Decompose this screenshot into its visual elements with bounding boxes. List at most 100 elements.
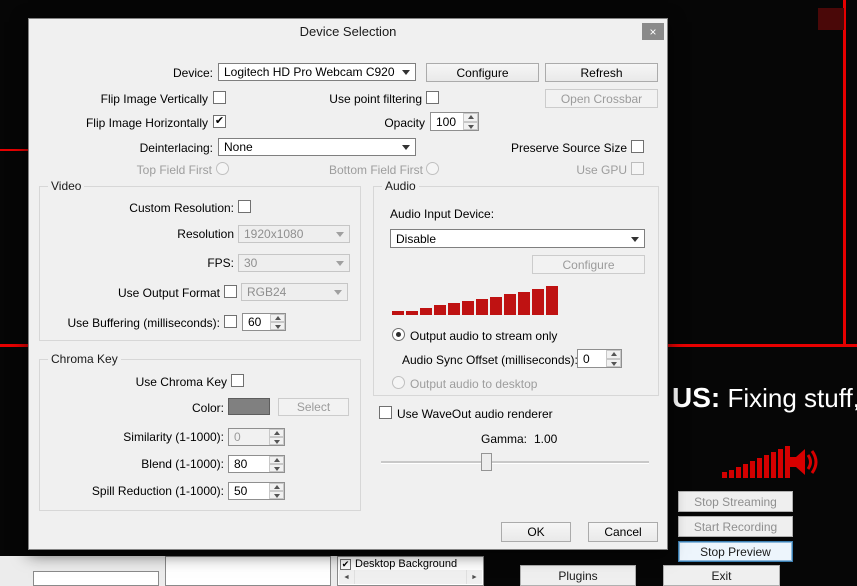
buffering-value: 60	[248, 315, 262, 329]
resolution-combobox: 1920x1080	[238, 225, 350, 243]
scroll-right-icon[interactable]: ►	[467, 570, 482, 584]
use-chroma-key-checkbox[interactable]	[231, 374, 244, 387]
stream-overlay-text: US: Fixing stuff, n	[672, 382, 857, 414]
similarity-spin-buttons	[269, 429, 284, 445]
device-combobox-value: Logitech HD Pro Webcam C920	[224, 65, 395, 79]
scroll-left-icon[interactable]: ◄	[339, 570, 354, 584]
use-buffering-checkbox[interactable]	[224, 315, 237, 328]
flip-horizontal-checkbox[interactable]: ✔	[213, 115, 226, 128]
bottom-field-first-radio	[426, 162, 439, 175]
spin-down-icon[interactable]	[463, 121, 478, 130]
use-output-format-checkbox[interactable]	[224, 285, 237, 298]
spill-spin-buttons	[269, 483, 284, 499]
cancel-button[interactable]: Cancel	[588, 522, 658, 542]
output-format-combobox: RGB24	[241, 283, 348, 301]
video-group: Video Custom Resolution: Resolution 1920…	[39, 179, 361, 341]
ok-button[interactable]: OK	[501, 522, 571, 542]
deinterlacing-value: None	[224, 140, 253, 154]
audio-sync-offset-value: 0	[583, 351, 590, 366]
custom-resolution-checkbox[interactable]	[238, 200, 251, 213]
output-format-value: RGB24	[247, 285, 287, 299]
gamma-slider-thumb[interactable]	[481, 453, 492, 471]
fps-label: FPS:	[207, 256, 234, 270]
similarity-label: Similarity (1-1000):	[123, 430, 224, 444]
horizontal-scrollbar[interactable]: ◄ ►	[339, 570, 482, 584]
spin-up-icon[interactable]	[269, 483, 284, 491]
flip-vertical-checkbox[interactable]	[213, 91, 226, 104]
start-recording-button[interactable]: Start Recording	[678, 516, 793, 537]
exit-button[interactable]: Exit	[663, 565, 780, 586]
meter-bar	[546, 286, 558, 315]
deinterlacing-combobox[interactable]: None	[218, 138, 416, 156]
flip-vertical-label: Flip Image Vertically	[100, 92, 208, 106]
source-list-item[interactable]: ✔ Desktop Background	[340, 558, 457, 570]
scrollbar-track[interactable]	[354, 570, 467, 584]
scenes-listbox[interactable]	[165, 556, 331, 586]
speaker-icon	[790, 449, 818, 475]
obs-main-window: US: Fixing stuff, n Stop Streaming Start…	[0, 0, 857, 586]
source-checkbox[interactable]: ✔	[340, 558, 351, 570]
chevron-down-icon	[334, 290, 342, 295]
spin-down-icon[interactable]	[269, 491, 284, 499]
open-crossbar-button: Open Crossbar	[545, 89, 658, 108]
output-stream-only-radio[interactable]	[392, 328, 405, 341]
spin-up-icon[interactable]	[606, 350, 621, 359]
spin-down-icon[interactable]	[270, 322, 285, 330]
use-chroma-key-label: Use Chroma Key	[135, 375, 227, 389]
gamma-value: 1.00	[534, 432, 558, 446]
spill-reduction-value: 50	[234, 484, 248, 498]
chevron-down-icon	[336, 232, 344, 237]
waveout-label: Use WaveOut audio renderer	[397, 407, 553, 421]
meter-bar	[406, 311, 418, 315]
meter-bar	[490, 297, 502, 315]
device-combobox[interactable]: Logitech HD Pro Webcam C920	[218, 63, 416, 81]
close-button[interactable]: ×	[642, 23, 664, 40]
overlay-text-bold: US:	[672, 382, 721, 413]
blend-spinner[interactable]: 80	[228, 455, 285, 473]
spill-reduction-spinner[interactable]: 50	[228, 482, 285, 500]
meter-bar	[448, 303, 460, 315]
buffering-spinner[interactable]: 60	[242, 313, 286, 331]
audio-input-device-combobox[interactable]: Disable	[390, 229, 645, 248]
spin-up-icon[interactable]	[463, 113, 478, 122]
dialog-titlebar[interactable]: Device Selection ×	[29, 19, 667, 45]
audio-input-device-value: Disable	[396, 231, 437, 246]
dialog-title: Device Selection	[299, 24, 397, 39]
preserve-source-size-checkbox[interactable]	[631, 140, 644, 153]
microphone-listbox[interactable]	[33, 571, 159, 586]
video-group-title: Video	[48, 179, 85, 193]
scene-dark-red-box	[818, 8, 844, 30]
point-filtering-checkbox[interactable]	[426, 91, 439, 104]
waveout-checkbox[interactable]	[379, 406, 392, 419]
stop-preview-button[interactable]: Stop Preview	[678, 541, 793, 562]
meter-bar	[518, 292, 530, 315]
meter-bar	[532, 289, 544, 315]
output-desktop-label: Output audio to desktop	[410, 377, 538, 391]
gamma-slider-track[interactable]	[381, 461, 649, 464]
spin-up-icon[interactable]	[269, 456, 284, 464]
sources-listbox[interactable]: ✔ Desktop Background ◄ ►	[337, 556, 484, 586]
audio-input-device-label: Audio Input Device:	[390, 207, 495, 221]
meter-bar	[750, 461, 755, 478]
opacity-value: 100	[436, 114, 457, 129]
audio-sync-offset-spinner[interactable]: 0	[577, 349, 622, 368]
custom-resolution-label: Custom Resolution:	[129, 201, 234, 215]
gamma-slider[interactable]	[381, 452, 649, 472]
chroma-key-group: Chroma Key Use Chroma Key Color: Select …	[39, 352, 361, 511]
chroma-color-label: Color:	[191, 401, 224, 415]
spin-up-icon[interactable]	[270, 314, 285, 322]
stop-streaming-button[interactable]: Stop Streaming	[678, 491, 793, 512]
configure-audio-button: Configure	[532, 255, 645, 274]
audio-level-meter	[392, 283, 572, 315]
top-field-first-radio	[216, 162, 229, 175]
spin-down-icon[interactable]	[606, 358, 621, 367]
refresh-button[interactable]: Refresh	[545, 63, 658, 82]
spin-down-icon[interactable]	[269, 464, 284, 472]
audio-group: Audio Audio Input Device: Disable Config…	[373, 179, 659, 396]
configure-device-button[interactable]: Configure	[426, 63, 539, 82]
meter-bar	[476, 299, 488, 315]
plugins-button[interactable]: Plugins	[520, 565, 636, 586]
meter-bar	[434, 305, 446, 315]
chevron-down-icon	[402, 70, 410, 75]
opacity-spinner[interactable]: 100	[430, 112, 479, 131]
